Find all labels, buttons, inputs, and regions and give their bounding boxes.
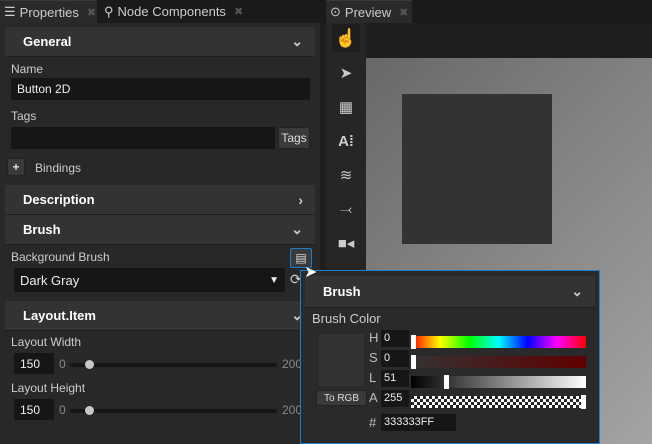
- hue-input[interactable]: 0: [381, 330, 409, 347]
- slider-thumb[interactable]: [84, 406, 94, 415]
- dropdown-value: Dark Gray: [20, 272, 80, 288]
- section-brush[interactable]: Brush ⌄: [5, 215, 315, 245]
- section-description[interactable]: Description ›: [5, 185, 315, 215]
- s-label: S: [369, 350, 378, 365]
- text-anchor-icon[interactable]: A⁞: [332, 127, 360, 155]
- lightness-input[interactable]: 51: [381, 370, 409, 387]
- list-icon: ☰: [4, 4, 16, 19]
- close-icon[interactable]: ✖: [87, 6, 96, 19]
- tab-node-components[interactable]: ⚲ Node Components ✖: [100, 0, 247, 23]
- chevron-down-icon: ⌄: [291, 33, 303, 49]
- layout-width-input[interactable]: 150: [14, 353, 54, 374]
- lightness-slider[interactable]: [411, 375, 586, 389]
- pointer-icon[interactable]: ➤: [332, 59, 360, 87]
- play-icon: ⊙: [330, 4, 341, 19]
- tab-label: Node Components: [117, 4, 226, 19]
- connect-icon[interactable]: ⤙: [332, 195, 360, 223]
- background-brush-dropdown[interactable]: Dark Gray ▼: [14, 268, 285, 292]
- color-swatch: [319, 334, 364, 386]
- layout-height-slider[interactable]: [70, 406, 277, 415]
- bindings-label: Bindings: [35, 161, 82, 175]
- components-icon: ⚲: [104, 3, 114, 19]
- section-title: Brush: [23, 222, 61, 237]
- section-title: Description: [23, 192, 95, 207]
- slider-thumb[interactable]: [411, 335, 416, 349]
- tags-button[interactable]: Tags: [278, 127, 310, 149]
- tab-bar: ☰ Properties ✖ ⚲ Node Components ✖ ⊙ Pre…: [0, 0, 652, 23]
- hex-input[interactable]: 333333FF: [381, 414, 456, 431]
- table-icon[interactable]: ▦: [332, 93, 360, 121]
- name-input[interactable]: Button 2D: [11, 78, 310, 100]
- brush-editor-popup: Brush ⌄ Brush Color To RGB H 0 S 0 L 51 A…: [300, 270, 600, 444]
- section-title: Layout.Item: [23, 308, 96, 323]
- section-title: General: [23, 34, 72, 49]
- section-layout-item[interactable]: Layout.Item ⌄: [5, 301, 315, 331]
- layers-icon[interactable]: ≋: [332, 161, 360, 189]
- button-2d-preview[interactable]: [402, 94, 552, 244]
- select-node-icon[interactable]: ☝: [332, 24, 360, 52]
- hex-label: #: [369, 415, 377, 430]
- layout-height-input[interactable]: 150: [14, 399, 54, 420]
- tags-input[interactable]: [11, 127, 275, 149]
- slider-thumb[interactable]: [444, 375, 449, 389]
- tab-label: Preview: [344, 4, 392, 20]
- slider-thumb[interactable]: [581, 395, 586, 409]
- h-label: H: [369, 330, 379, 345]
- add-binding-button[interactable]: +: [7, 158, 25, 176]
- tags-label: Tags: [11, 109, 37, 123]
- slider-min: 0: [59, 357, 66, 371]
- chevron-down-icon: ⌄: [291, 221, 303, 237]
- chevron-right-icon: ›: [298, 191, 303, 208]
- close-icon[interactable]: ✖: [399, 6, 408, 19]
- alpha-input[interactable]: 255: [381, 390, 409, 407]
- camera-icon[interactable]: ■◂: [332, 229, 360, 257]
- l-label: L: [369, 370, 377, 385]
- background-brush-label: Background Brush: [11, 250, 110, 264]
- tab-label: Properties: [19, 4, 79, 20]
- tab-preview[interactable]: ⊙ Preview ✖: [326, 0, 413, 23]
- section-title: Brush: [323, 284, 361, 299]
- slider-thumb[interactable]: [411, 355, 416, 369]
- section-general[interactable]: General ⌄: [5, 27, 315, 57]
- saturation-input[interactable]: 0: [381, 350, 409, 367]
- a-label: A: [369, 390, 378, 405]
- close-icon[interactable]: ✖: [234, 5, 243, 18]
- slider-min: 0: [59, 403, 66, 417]
- layout-width-slider[interactable]: [70, 360, 277, 369]
- properties-panel: General ⌄ Name Button 2D Tags Tags + Bind…: [0, 23, 320, 444]
- tab-properties[interactable]: ☰ Properties ✖: [0, 0, 97, 23]
- mouse-cursor-icon: ➤: [304, 264, 318, 281]
- saturation-slider[interactable]: [411, 355, 586, 369]
- popup-brush-header[interactable]: Brush ⌄: [305, 276, 595, 308]
- name-label: Name: [11, 62, 44, 76]
- brush-color-label: Brush Color: [312, 311, 381, 326]
- slider-thumb[interactable]: [84, 360, 94, 369]
- to-rgb-button[interactable]: To RGB: [316, 390, 367, 406]
- dropdown-arrow-icon: ▼: [269, 274, 279, 286]
- layout-width-label: Layout Width: [11, 335, 82, 349]
- alpha-slider[interactable]: [411, 395, 586, 409]
- hue-slider[interactable]: [411, 335, 586, 349]
- chevron-down-icon: ⌄: [571, 283, 583, 299]
- layout-height-label: Layout Height: [11, 381, 86, 395]
